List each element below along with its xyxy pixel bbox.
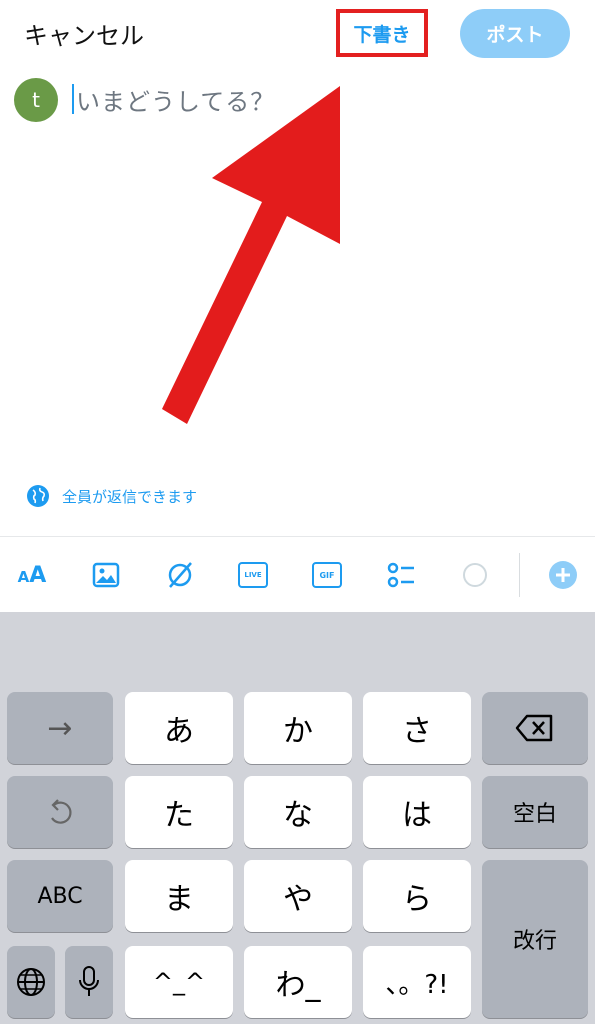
- return-key[interactable]: 改行: [482, 860, 588, 1018]
- abc-key[interactable]: ABC: [7, 860, 113, 932]
- live-button[interactable]: LIVE: [233, 555, 273, 595]
- key-ka[interactable]: か: [244, 692, 352, 764]
- grok-button[interactable]: [160, 555, 200, 595]
- compose-toolbar: AA LIVE GIF: [0, 537, 595, 612]
- backspace-icon: [515, 714, 553, 742]
- undo-icon: [51, 799, 72, 824]
- key-a[interactable]: あ: [125, 692, 233, 764]
- image-icon: [92, 562, 120, 588]
- space-key[interactable]: 空白: [482, 776, 588, 848]
- key-ya[interactable]: や: [244, 860, 352, 932]
- japanese-kana-keyboard: → あ か さ た な は 空白 ABC ま や ら 改行 ^_^ わ_ 、。?…: [0, 612, 595, 1024]
- key-ra[interactable]: ら: [363, 860, 471, 932]
- key-ma[interactable]: ま: [125, 860, 233, 932]
- reply-setting-button[interactable]: 全員が返信できます: [26, 484, 197, 508]
- poll-button[interactable]: [380, 555, 420, 595]
- key-wa[interactable]: わ_: [244, 946, 352, 1018]
- key-ha[interactable]: は: [363, 776, 471, 848]
- text-size-button[interactable]: AA: [12, 555, 52, 595]
- globe-keyboard-icon: [17, 968, 45, 996]
- plus-icon: [549, 561, 577, 589]
- arrow-right-key[interactable]: →: [7, 692, 113, 764]
- delete-key[interactable]: [482, 692, 588, 764]
- image-button[interactable]: [86, 555, 126, 595]
- key-na[interactable]: な: [244, 776, 352, 848]
- live-icon-label: LIVE: [244, 571, 262, 579]
- grok-icon: [168, 562, 192, 588]
- key-sa[interactable]: さ: [363, 692, 471, 764]
- dictation-key[interactable]: [65, 946, 113, 1018]
- gif-icon-label: GIF: [319, 570, 335, 580]
- key-ta[interactable]: た: [125, 776, 233, 848]
- gif-button[interactable]: GIF: [307, 555, 347, 595]
- globe-icon: [27, 485, 49, 507]
- progress-ring-icon: [463, 563, 487, 587]
- toolbar-separator: [519, 553, 520, 597]
- microphone-icon: [79, 966, 99, 996]
- character-count-ring: [455, 555, 495, 595]
- undo-key[interactable]: [7, 776, 113, 848]
- key-punctuation[interactable]: 、。?!: [363, 946, 471, 1018]
- live-icon: LIVE: [238, 562, 268, 588]
- add-post-button[interactable]: [543, 555, 583, 595]
- poll-icon: [387, 562, 414, 588]
- gif-icon: GIF: [312, 562, 342, 588]
- key-emoticon[interactable]: ^_^: [125, 946, 233, 1018]
- globe-key[interactable]: [7, 946, 55, 1018]
- text-size-icon: AA: [17, 562, 47, 588]
- reply-setting-label: 全員が返信できます: [62, 487, 198, 506]
